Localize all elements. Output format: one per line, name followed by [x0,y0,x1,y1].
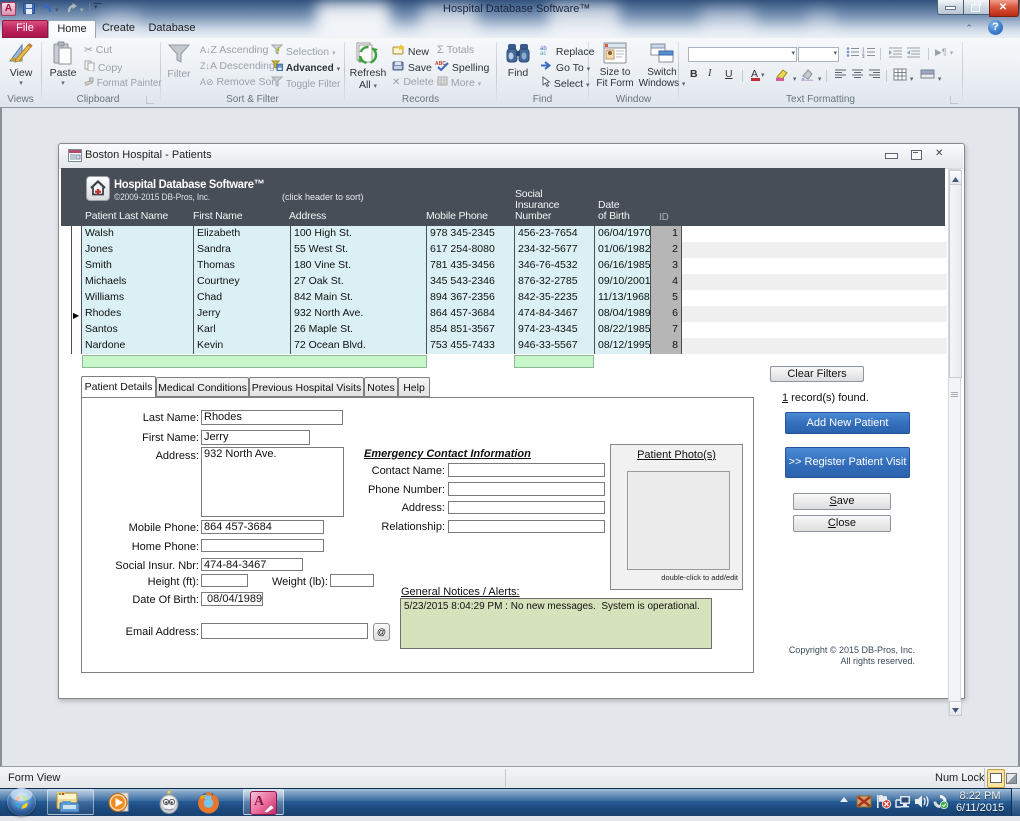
svg-text:ac: ac [540,51,546,55]
svg-text:3: 3 [862,54,865,58]
